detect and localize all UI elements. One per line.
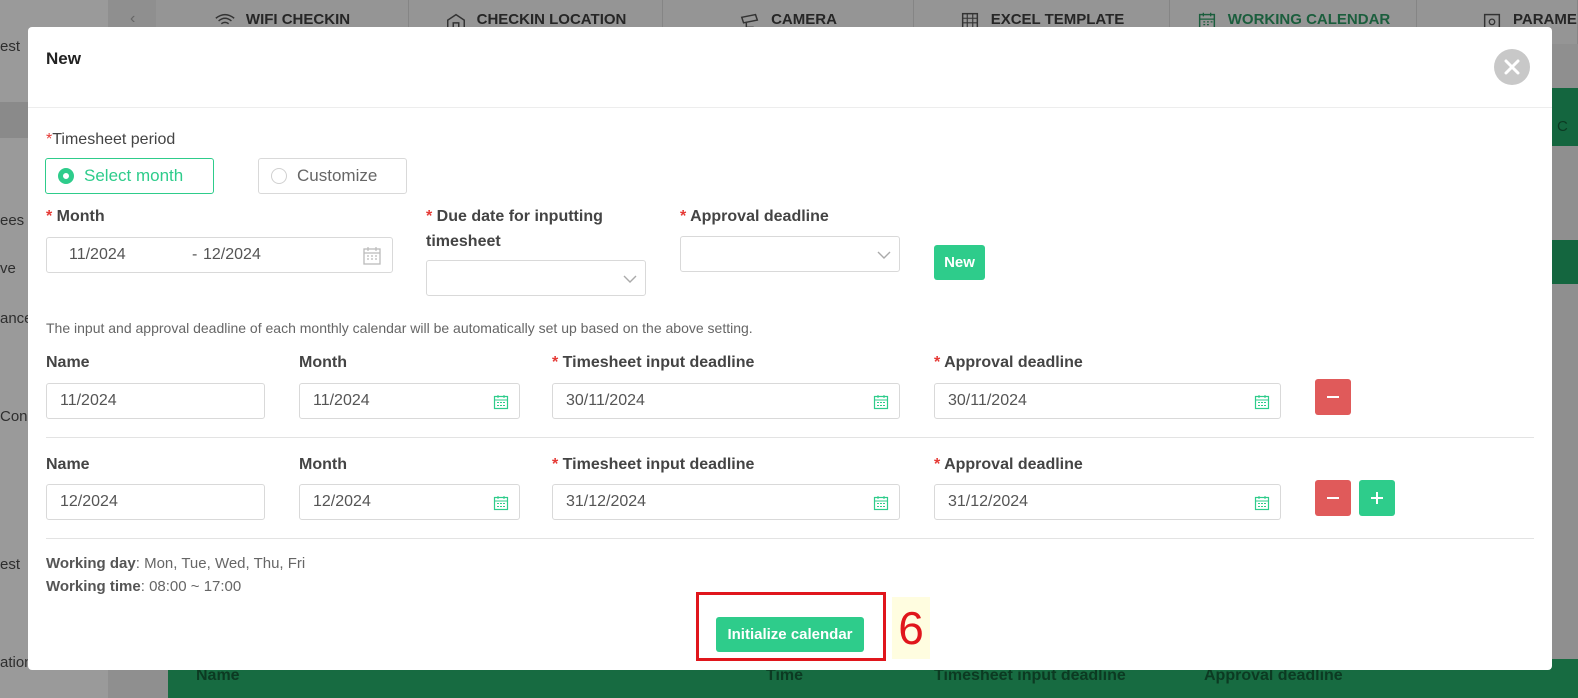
row-approval-deadline-label: * Approval deadline <box>934 354 1083 371</box>
auto-setup-note: The input and approval deadline of each … <box>46 320 753 336</box>
background-action-label: C <box>1557 118 1568 135</box>
sidebar-item[interactable]: ve <box>0 260 16 277</box>
timesheet-period-label: *Timesheet period <box>46 131 176 148</box>
chevron-down-icon <box>877 251 891 259</box>
modal-header: New <box>28 27 1552 108</box>
minus-icon <box>1327 497 1339 499</box>
calendar-icon <box>363 247 381 265</box>
tab-label: EXCEL TEMPLATE <box>990 11 1125 28</box>
month-range-separator: - <box>192 246 198 263</box>
due-date-label: * Due date for inputting timesheet <box>426 208 603 250</box>
row-input-deadline-picker[interactable]: 30/11/2024 <box>552 383 900 419</box>
radio-checked-icon <box>58 168 74 184</box>
radio-label: Customize <box>297 166 378 185</box>
tab-label: WIFI CHECKIN <box>245 11 351 28</box>
background-action-button[interactable]: C <box>1552 88 1578 146</box>
working-time-info: Working time: 08:00 ~ 17:00 <box>46 578 242 595</box>
row-month-label: Month <box>299 354 347 371</box>
row-month-picker[interactable]: 12/2024 <box>299 484 520 520</box>
row-name-label: Name <box>46 456 90 473</box>
approval-deadline-label: * Approval deadline <box>680 208 829 225</box>
radio-label: Select month <box>84 166 184 185</box>
calendar-icon <box>1254 496 1270 511</box>
row-divider <box>46 538 1534 539</box>
tab-label: WORKING CALENDAR <box>1227 11 1391 28</box>
working-day-info: Working day: Mon, Tue, Wed, Thu, Fri <box>46 555 306 572</box>
collapse-chevron-icon[interactable]: ‹ <box>130 10 135 28</box>
row-input-deadline-label: * Timesheet input deadline <box>552 354 755 371</box>
row-input-deadline-label: * Timesheet input deadline <box>552 456 755 473</box>
month-range-picker[interactable]: 11/2024 - 12/2024 <box>46 237 393 273</box>
add-row-button[interactable] <box>1359 480 1395 516</box>
row-month-picker[interactable]: 11/2024 <box>299 383 520 419</box>
annotation-highlight-box <box>696 592 886 661</box>
plus-icon <box>1371 492 1383 504</box>
tab-label: CHECKIN LOCATION <box>476 11 627 28</box>
calendar-icon <box>873 395 889 410</box>
approval-deadline-select[interactable] <box>680 236 900 272</box>
row-name-input[interactable]: 11/2024 <box>46 383 265 419</box>
remove-row-button[interactable] <box>1315 480 1351 516</box>
new-button[interactable]: New <box>934 245 985 280</box>
annotation-step-number: 6 <box>892 597 930 659</box>
row-divider <box>46 437 1534 438</box>
background-action-button-2[interactable] <box>1552 240 1578 284</box>
row-approval-deadline-picker[interactable]: 30/11/2024 <box>934 383 1281 419</box>
month-label: * Month <box>46 208 105 225</box>
calendar-icon <box>493 395 509 410</box>
calendar-icon <box>1254 395 1270 410</box>
row-approval-deadline-picker[interactable]: 31/12/2024 <box>934 484 1281 520</box>
chevron-down-icon <box>623 275 637 283</box>
row-name-input[interactable]: 12/2024 <box>46 484 265 520</box>
sidebar-item[interactable]: est <box>0 556 20 573</box>
tab-label: PARAME <box>1513 11 1577 28</box>
radio-customize[interactable]: Customize <box>258 158 407 194</box>
sidebar-item[interactable]: Con <box>0 408 28 425</box>
row-month-label: Month <box>299 456 347 473</box>
month-range-start: 11/2024 <box>69 246 126 263</box>
minus-icon <box>1327 396 1339 398</box>
calendar-icon <box>873 496 889 511</box>
month-range-end: 12/2024 <box>203 246 261 263</box>
tab-label: CAMERA <box>771 11 837 28</box>
due-date-select[interactable] <box>426 260 646 296</box>
radio-unchecked-icon <box>271 168 287 184</box>
close-icon <box>1504 59 1520 75</box>
row-input-deadline-picker[interactable]: 31/12/2024 <box>552 484 900 520</box>
new-calendar-modal: New *Timesheet period Select month Custo… <box>28 27 1552 670</box>
row-name-label: Name <box>46 354 90 371</box>
calendar-icon <box>493 496 509 511</box>
close-button[interactable] <box>1494 49 1530 85</box>
sidebar-item[interactable]: est <box>0 38 20 55</box>
radio-select-month[interactable]: Select month <box>45 158 214 194</box>
row-approval-deadline-label: * Approval deadline <box>934 456 1083 473</box>
modal-title: New <box>46 49 81 68</box>
sidebar-item[interactable]: ees <box>0 212 24 229</box>
remove-row-button[interactable] <box>1315 379 1351 415</box>
